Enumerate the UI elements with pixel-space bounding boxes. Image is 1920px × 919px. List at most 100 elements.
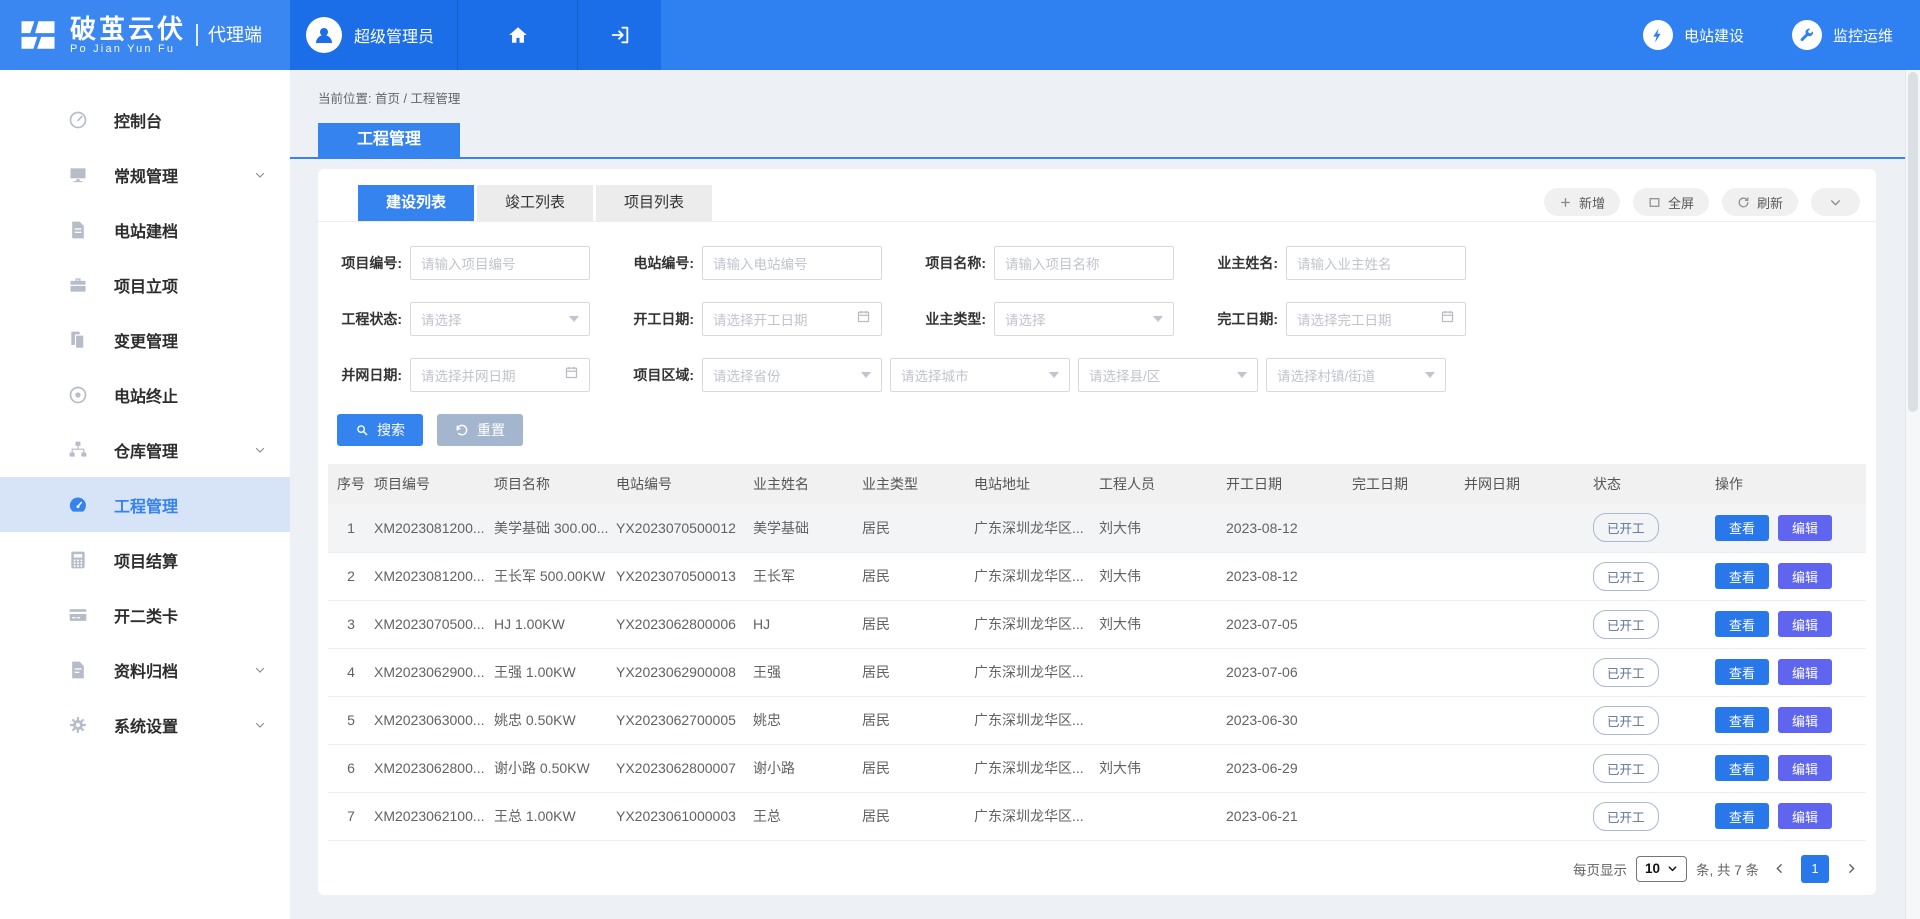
town-select[interactable]: 请选择村镇/街道 bbox=[1266, 358, 1446, 392]
cell-project-name: HJ 1.00KW bbox=[494, 600, 616, 648]
edit-button[interactable]: 编辑 bbox=[1778, 659, 1832, 685]
finish-date-input[interactable]: 请选择完工日期 bbox=[1286, 302, 1466, 336]
per-page-select[interactable]: 10 bbox=[1636, 856, 1687, 882]
view-button[interactable]: 查看 bbox=[1715, 515, 1769, 541]
grid-date-input[interactable]: 请选择并网日期 bbox=[410, 358, 590, 392]
home-button[interactable] bbox=[457, 0, 577, 70]
refresh-button[interactable]: 刷新 bbox=[1722, 188, 1798, 216]
sidebar-item[interactable]: 工程管理 bbox=[0, 477, 290, 532]
sidebar-item[interactable]: 系统设置 bbox=[0, 697, 290, 752]
province-select[interactable]: 请选择省份 bbox=[702, 358, 882, 392]
search-button[interactable]: 搜索 bbox=[337, 414, 423, 446]
cell-finish-date bbox=[1352, 792, 1464, 840]
city-select[interactable]: 请选择城市 bbox=[890, 358, 1070, 392]
table-row: 2 XM2023081200... 王长军 500.00KW YX2023070… bbox=[328, 552, 1866, 600]
cell-engineer bbox=[1099, 792, 1226, 840]
sidebar-item[interactable]: 开二类卡 bbox=[0, 587, 290, 642]
text-input[interactable]: 请输入业主姓名 bbox=[1286, 246, 1466, 280]
user-icon bbox=[312, 23, 336, 47]
cell-grid-date bbox=[1464, 744, 1593, 792]
status-badge: 已开工 bbox=[1593, 658, 1659, 687]
table-row: 3 XM2023070500... HJ 1.00KW YX2023062800… bbox=[328, 600, 1866, 648]
cell-owner-name: 王长军 bbox=[753, 552, 862, 600]
table-row: 4 XM2023062900... 王强 1.00KW YX2023062900… bbox=[328, 648, 1866, 696]
table-row: 7 XM2023062100... 王总 1.00KW YX2023061000… bbox=[328, 792, 1866, 840]
sidebar-item[interactable]: 电站建档 bbox=[0, 202, 290, 257]
fullscreen-button[interactable]: 全屏 bbox=[1633, 188, 1709, 216]
row-index: 5 bbox=[328, 696, 374, 744]
edit-button[interactable]: 编辑 bbox=[1778, 563, 1832, 589]
row-index: 7 bbox=[328, 792, 374, 840]
tab-project-list[interactable]: 项目列表 bbox=[596, 185, 712, 221]
cell-project-name: 姚忠 0.50KW bbox=[494, 696, 616, 744]
edit-button[interactable]: 编辑 bbox=[1778, 755, 1832, 781]
logo[interactable]: 破茧云伏 Po Jian Yun Fu 代理端 bbox=[0, 0, 290, 70]
text-input[interactable]: 请输入电站编号 bbox=[702, 246, 882, 280]
edit-button[interactable]: 编辑 bbox=[1778, 515, 1832, 541]
cell-project-no: XM2023062800... bbox=[374, 744, 494, 792]
chevron-down-icon bbox=[254, 444, 266, 456]
text-input[interactable]: 请输入项目名称 bbox=[994, 246, 1174, 280]
view-button[interactable]: 查看 bbox=[1715, 707, 1769, 733]
cell-owner-name: 王总 bbox=[753, 792, 862, 840]
start-date-input[interactable]: 请选择开工日期 bbox=[702, 302, 882, 336]
status-badge: 已开工 bbox=[1593, 754, 1659, 783]
cell-project-no: XM2023081200... bbox=[374, 504, 494, 552]
cell-engineer bbox=[1099, 648, 1226, 696]
view-button[interactable]: 查看 bbox=[1715, 803, 1769, 829]
view-button[interactable]: 查看 bbox=[1715, 659, 1769, 685]
cell-start-date: 2023-08-12 bbox=[1226, 504, 1352, 552]
sidebar-item[interactable]: 控制台 bbox=[0, 92, 290, 147]
sidebar-item[interactable]: 常规管理 bbox=[0, 147, 290, 202]
scrollbar-thumb[interactable] bbox=[1908, 72, 1918, 412]
edit-button[interactable]: 编辑 bbox=[1778, 611, 1832, 637]
sidebar-item[interactable]: 项目立项 bbox=[0, 257, 290, 312]
text-input[interactable]: 请输入项目编号 bbox=[410, 246, 590, 280]
cell-finish-date bbox=[1352, 648, 1464, 696]
sidebar-item[interactable]: 电站终止 bbox=[0, 367, 290, 422]
cell-address: 广东深圳龙华区... bbox=[974, 600, 1099, 648]
user-name: 超级管理员 bbox=[354, 23, 434, 47]
logout-button[interactable] bbox=[577, 0, 661, 70]
page-tab-project-management[interactable]: 工程管理 bbox=[318, 123, 460, 157]
caret-down-icon bbox=[1425, 372, 1435, 378]
cell-project-no: XM2023063000... bbox=[374, 696, 494, 744]
edit-button[interactable]: 编辑 bbox=[1778, 707, 1832, 733]
page-1-button[interactable]: 1 bbox=[1801, 855, 1829, 883]
owner-type-select[interactable]: 请选择 bbox=[994, 302, 1174, 336]
cell-project-name: 美学基础 300.00... bbox=[494, 504, 616, 552]
view-button[interactable]: 查看 bbox=[1715, 755, 1769, 781]
row-index: 4 bbox=[328, 648, 374, 696]
nav-monitor-ops[interactable]: 监控运维 bbox=[1792, 20, 1893, 50]
view-button[interactable]: 查看 bbox=[1715, 563, 1769, 589]
sidebar-item[interactable]: 仓库管理 bbox=[0, 422, 290, 477]
project-status-select[interactable]: 请选择 bbox=[410, 302, 590, 336]
tab-completion-list[interactable]: 竣工列表 bbox=[477, 185, 593, 221]
vertical-scrollbar[interactable] bbox=[1905, 70, 1920, 919]
sidebar-item[interactable]: 变更管理 bbox=[0, 312, 290, 367]
county-select[interactable]: 请选择县/区 bbox=[1078, 358, 1258, 392]
collapse-toolbar-button[interactable] bbox=[1811, 188, 1860, 216]
sidebar-item[interactable]: 资料归档 bbox=[0, 642, 290, 697]
cell-grid-date bbox=[1464, 696, 1593, 744]
view-button[interactable]: 查看 bbox=[1715, 611, 1769, 637]
edit-button[interactable]: 编辑 bbox=[1778, 803, 1832, 829]
exit-icon bbox=[609, 24, 631, 46]
card-icon bbox=[68, 605, 88, 625]
add-button[interactable]: 新增 bbox=[1544, 188, 1620, 216]
gauge-icon bbox=[68, 495, 88, 515]
sidebar-item[interactable]: 项目结算 bbox=[0, 532, 290, 587]
cell-finish-date bbox=[1352, 696, 1464, 744]
user-menu[interactable]: 超级管理员 bbox=[290, 0, 457, 70]
sidebar: 控制台 常规管理 电站建档 bbox=[0, 70, 290, 919]
sidebar-item-label: 项目结算 bbox=[114, 548, 178, 572]
cell-project-no: XM2023081200... bbox=[374, 552, 494, 600]
nav-station-build[interactable]: 电站建设 bbox=[1643, 20, 1744, 50]
next-page-button[interactable] bbox=[1840, 855, 1862, 883]
breadcrumb-path[interactable]: 首页 / 工程管理 bbox=[375, 92, 460, 106]
tab-construction-list[interactable]: 建设列表 bbox=[358, 185, 474, 221]
cell-grid-date bbox=[1464, 648, 1593, 696]
reset-button[interactable]: 重置 bbox=[437, 414, 523, 446]
prev-page-button[interactable] bbox=[1768, 855, 1790, 883]
status-badge: 已开工 bbox=[1593, 706, 1659, 735]
